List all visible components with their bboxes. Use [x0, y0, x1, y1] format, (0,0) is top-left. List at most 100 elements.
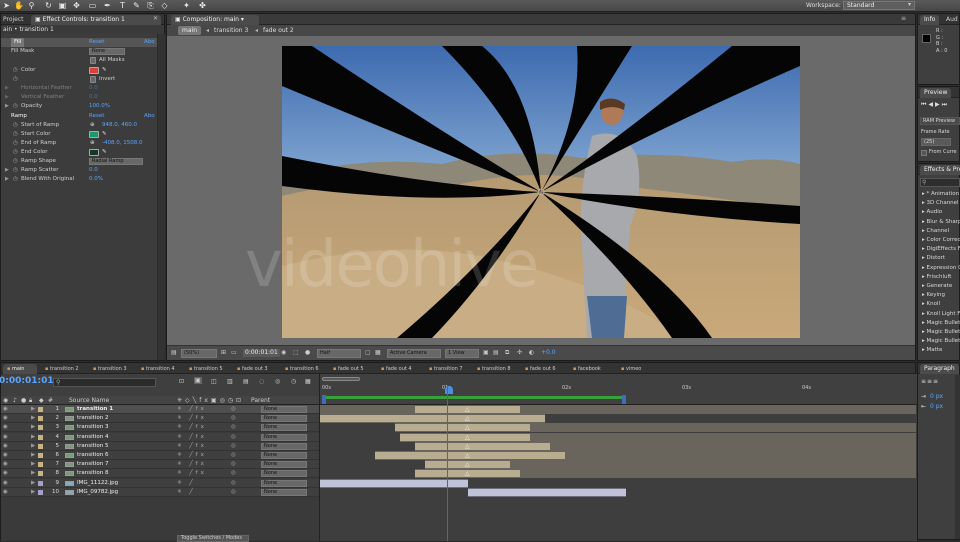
keyframe-icon[interactable]: △ — [465, 452, 470, 459]
expand-triangle-icon[interactable]: ▶ — [5, 84, 9, 93]
timeline-tab[interactable]: ▪ transition 5 — [185, 364, 231, 374]
brush-tool-icon[interactable]: ✎ — [132, 1, 141, 10]
layer-active-bar[interactable] — [395, 424, 530, 432]
label-color-icon[interactable] — [38, 407, 43, 412]
layer-row[interactable]: ◉ ▶ 4 transition 4 ✳ ╱fx ◎ None — [1, 432, 319, 442]
layer-active-bar[interactable] — [320, 479, 468, 487]
v-feather-value[interactable]: 0.0 — [89, 93, 98, 102]
exposure-reset-icon[interactable]: ◐ — [529, 349, 534, 356]
comp-mini-flowchart-icon[interactable]: ⊡ — [179, 378, 184, 385]
fill-reset-link[interactable]: Reset — [89, 38, 104, 47]
crumb-fade-out-2[interactable]: fade out 2 — [263, 26, 294, 35]
label-color-icon[interactable] — [38, 471, 43, 477]
clone-stamp-tool-icon[interactable]: ⎘ — [146, 1, 155, 10]
graph-editor-icon[interactable]: ▦ — [305, 378, 311, 385]
expand-triangle-icon[interactable]: ▶ — [31, 414, 35, 423]
brainstorm-icon[interactable]: ◎ — [275, 378, 280, 385]
eye-icon[interactable]: ◉ — [3, 479, 8, 488]
ramp-reset-link[interactable]: Reset — [89, 112, 104, 121]
effect-ramp-header[interactable]: Ramp Reset Abo — [1, 112, 164, 121]
layer-name[interactable]: transition 6 — [77, 451, 108, 460]
ramp-shape-select[interactable]: Radial Ramp — [89, 158, 143, 165]
expand-triangle-icon[interactable]: ▶ — [31, 433, 35, 442]
rotate-tool-icon[interactable]: ↻ — [44, 1, 53, 10]
tab-paragraph[interactable]: Paragraph — [920, 364, 959, 374]
stopwatch-icon[interactable]: ◷ — [13, 139, 18, 148]
selection-tool-icon[interactable]: ➤ — [2, 1, 11, 10]
fill-mask-select[interactable]: None — [89, 48, 125, 55]
parent-select[interactable]: None — [261, 406, 307, 413]
effects-category-item[interactable]: ▸ Distort — [922, 254, 945, 263]
expand-triangle-icon[interactable]: ▶ — [31, 488, 35, 497]
effects-category-item[interactable]: ▸ Knoll — [922, 300, 940, 309]
layer-name[interactable]: IMG_11122.jpg — [77, 479, 118, 488]
work-area-bar[interactable] — [322, 396, 624, 399]
frame-blending-icon[interactable]: ▤ — [243, 378, 249, 385]
eraser-tool-icon[interactable]: ◇ — [160, 1, 169, 10]
close-icon[interactable]: ✕ — [153, 15, 158, 22]
eye-icon[interactable]: ◉ — [3, 442, 8, 451]
expand-triangle-icon[interactable]: ▶ — [5, 102, 9, 111]
next-frame-icon[interactable]: ⏭ — [942, 101, 949, 108]
effects-category-item[interactable]: ▸ Knoll Light F — [922, 310, 960, 319]
parent-select[interactable]: None — [261, 424, 307, 432]
timeline-timecode[interactable]: 0:00:01:01 — [0, 376, 54, 386]
roto-brush-tool-icon[interactable]: ✦ — [182, 1, 191, 10]
stopwatch-icon[interactable]: ◷ — [13, 102, 18, 111]
fast-previews-icon[interactable]: ▤ — [493, 349, 499, 356]
layer-switches-icons[interactable]: ✳ ╱ — [177, 479, 196, 488]
spiral-parent-icon[interactable]: ◎ — [231, 423, 236, 432]
channel-icon[interactable]: ● — [305, 349, 310, 356]
timeline-tab[interactable]: ▪ vimeo — [617, 364, 663, 374]
layer-row[interactable]: ◉ ▶ 7 transition 7 ✳ ╱fx ◎ None — [1, 460, 319, 470]
layer-row[interactable]: ◉ ▶ 1 transition 1 ✳ ╱fx ◎ None — [1, 405, 319, 414]
keyframe-icon[interactable]: △ — [465, 470, 470, 477]
color-swatch[interactable] — [89, 67, 99, 74]
timeline-tab[interactable]: ▪ transition 2 — [41, 364, 87, 374]
opacity-value[interactable]: 100.0% — [89, 102, 110, 111]
timeline-tab[interactable]: ▪ facebook — [569, 364, 615, 374]
tab-preview[interactable]: Preview — [920, 88, 952, 98]
effects-category-item[interactable]: ▸ 3D Channel — [922, 199, 959, 208]
timeline-tab[interactable]: ▪ transition 8 — [473, 364, 519, 374]
toggle-pixel-aspect-icon[interactable]: ▣ — [483, 349, 489, 356]
auto-keyframe-icon[interactable]: ◷ — [291, 378, 296, 385]
layer-name[interactable]: IMG_09782.jpg — [77, 488, 118, 497]
work-area-end-handle[interactable] — [622, 395, 626, 404]
expand-triangle-icon[interactable]: ▶ — [31, 469, 35, 478]
paragraph-scrollbar[interactable] — [955, 375, 960, 539]
rectangle-mask-tool-icon[interactable]: ▭ — [88, 1, 97, 10]
panel-menu-icon[interactable]: ≡ — [901, 15, 906, 22]
time-navigator[interactable] — [322, 377, 360, 381]
parent-select[interactable]: None — [261, 461, 307, 469]
eye-icon[interactable]: ◉ — [3, 414, 8, 423]
ram-preview-select[interactable]: RAM Preview — [920, 117, 960, 125]
timeline-tab[interactable]: ▪ transition 6 — [281, 364, 327, 374]
text-tool-icon[interactable]: T — [118, 1, 127, 10]
eye-icon[interactable]: ◉ — [3, 488, 8, 497]
layer-name[interactable]: transition 3 — [77, 423, 108, 432]
pen-tool-icon[interactable]: ✒ — [103, 1, 112, 10]
layer-row[interactable]: ◉ ▶ 2 transition 2 ✳ ╱fx ◎ None — [1, 414, 319, 424]
effect-controls-scrollbar[interactable] — [157, 34, 165, 360]
stopwatch-icon[interactable]: ◷ — [13, 75, 18, 84]
timeline-icon[interactable]: ⧉ — [505, 349, 509, 357]
layer-name[interactable]: transition 5 — [77, 442, 108, 451]
indent-left-value[interactable]: 0 px — [930, 393, 943, 400]
effects-category-item[interactable]: ▸ Audio — [922, 208, 942, 217]
zoom-select[interactable]: (50%) — [181, 349, 217, 358]
layer-switches-icons[interactable]: ✳ ╱fx — [177, 442, 207, 451]
label-color-icon[interactable] — [38, 462, 43, 468]
expand-triangle-icon[interactable]: ▶ — [31, 405, 35, 414]
expand-triangle-icon[interactable]: ▶ — [31, 479, 35, 488]
alignment-icons[interactable]: ≡≡≡ — [921, 378, 939, 385]
stopwatch-icon[interactable]: ◷ — [13, 148, 18, 157]
hide-shy-layers-icon[interactable]: ▥ — [227, 378, 233, 385]
timeline-tab[interactable]: ▪ fade out 4 — [377, 364, 423, 374]
parent-select[interactable]: None — [261, 415, 307, 423]
eye-icon[interactable]: ◉ — [3, 405, 8, 414]
tab-effects-presets[interactable]: Effects & Pres — [920, 165, 960, 175]
safe-margins-icon[interactable]: ⊞ — [221, 349, 226, 356]
end-ramp-value[interactable]: -408.0, 1508.0 — [102, 139, 142, 148]
tab-info[interactable]: Info — [920, 15, 940, 25]
